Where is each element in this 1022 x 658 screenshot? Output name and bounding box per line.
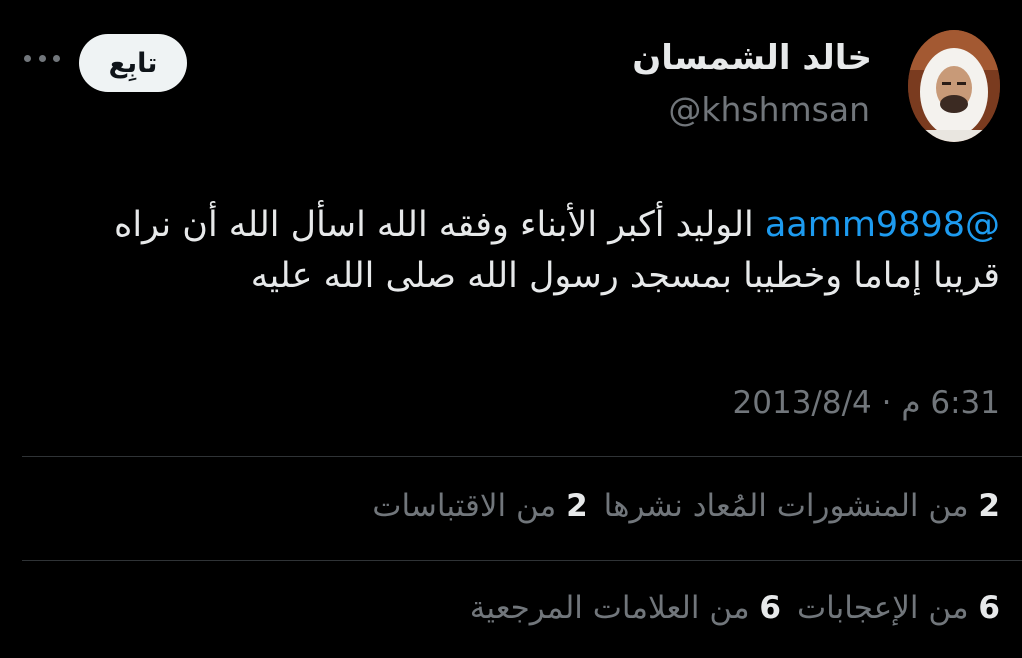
bookmarks-stat[interactable]: 6 من العلامات المرجعية	[470, 590, 781, 626]
profile-photo-icon	[908, 30, 1000, 142]
stats-row-reposts-quotes: 2 من المنشورات المُعاد نشرها2 من الاقتبا…	[372, 488, 1000, 524]
likes-label: من الإعجابات	[797, 590, 969, 626]
dot	[24, 54, 31, 62]
tweet-timestamp[interactable]: 6:31 م · 2013/8/4	[733, 385, 1000, 421]
mention-link[interactable]: @aamm9898	[765, 205, 1000, 245]
likes-stat[interactable]: 6 من الإعجابات	[797, 590, 1000, 626]
reposts-label: من المنشورات المُعاد نشرها	[603, 488, 969, 524]
tweet-text: @aamm9898 الوليد أكبر الأبناء وفقه الله …	[40, 200, 1000, 302]
reposts-stat[interactable]: 2 من المنشورات المُعاد نشرها	[604, 488, 1000, 524]
dot	[38, 54, 46, 62]
stats-row-likes-bookmarks: 6 من الإعجابات6 من العلامات المرجعية	[470, 590, 1000, 626]
author-name[interactable]: خالد الشمسان	[632, 38, 872, 78]
divider	[22, 560, 1022, 561]
reposts-count: 2	[978, 488, 1000, 524]
quotes-stat[interactable]: 2 من الاقتباسات	[372, 488, 587, 524]
avatar[interactable]	[908, 30, 1000, 142]
author-handle[interactable]: @khshmsan	[668, 90, 870, 129]
bookmarks-count: 6	[759, 590, 781, 626]
divider	[22, 456, 1022, 457]
bookmarks-label: من العلامات المرجعية	[469, 590, 750, 626]
tweet-header: خالد الشمسان @khshmsan تابِع	[0, 28, 1022, 148]
dot	[53, 54, 60, 62]
follow-button[interactable]: تابِع	[79, 34, 187, 92]
quotes-label: من الاقتباسات	[372, 488, 557, 524]
more-horizontal-icon[interactable]	[24, 52, 60, 64]
quotes-count: 2	[566, 488, 588, 524]
likes-count: 6	[978, 590, 1000, 626]
